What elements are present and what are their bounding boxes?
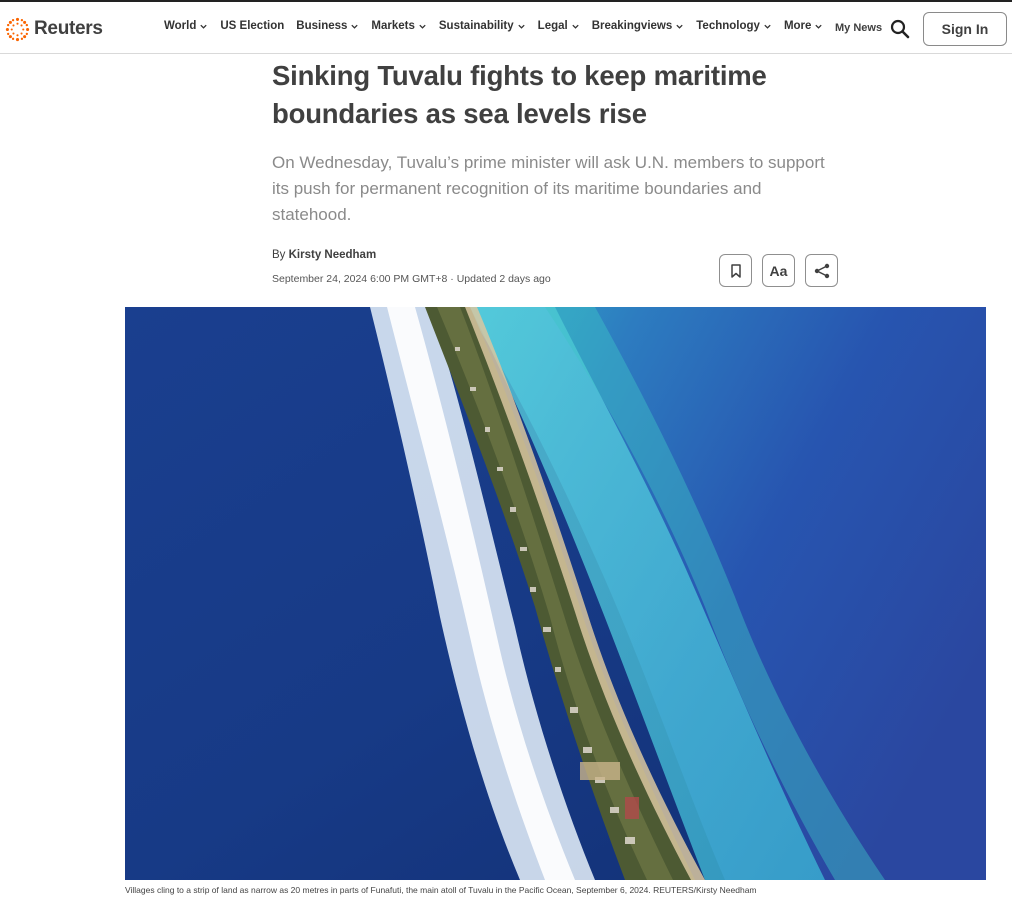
nav-label: Business xyxy=(296,20,348,32)
sign-in-button[interactable]: Sign In xyxy=(923,12,1007,46)
article-summary: On Wednesday, Tuvalu’s prime minister wi… xyxy=(272,153,825,224)
nav-item-breakingviews[interactable]: Breakingviews xyxy=(592,20,685,32)
nav-label: Markets xyxy=(371,20,415,32)
chevron-down-icon xyxy=(351,24,359,29)
text-size-button[interactable]: Aa xyxy=(762,254,795,287)
article-dateline: September 24, 2024 6:00 PM GMT+8 · Updat… xyxy=(272,273,551,285)
nav-label: US Election xyxy=(220,20,285,32)
nav-item-world[interactable]: World xyxy=(164,20,208,32)
nav-label: World xyxy=(164,20,197,32)
bookmark-icon xyxy=(730,263,741,278)
top-navigation-bar: Reuters World US Election Business Marke… xyxy=(0,0,1012,54)
brand-name: Reuters xyxy=(34,18,103,39)
author-link[interactable]: Kirsty Needham xyxy=(289,249,377,261)
main-nav: World US Election Business Markets Susta… xyxy=(164,20,835,32)
nav-item-markets[interactable]: Markets xyxy=(371,20,426,32)
nav-label: Sustainability xyxy=(438,20,514,32)
nav-item-technology[interactable]: Technology xyxy=(696,20,772,32)
my-news-link[interactable]: My News xyxy=(835,22,882,34)
nav-item-more[interactable]: More xyxy=(784,20,823,32)
reuters-logo[interactable]: Reuters xyxy=(5,15,103,43)
nav-item-business[interactable]: Business xyxy=(296,20,359,32)
nav-label: More xyxy=(783,20,812,32)
reuters-logo-icon xyxy=(5,17,30,41)
chevron-down-icon xyxy=(572,24,579,29)
chevron-down-icon xyxy=(764,24,771,29)
nav-label: Breakingviews xyxy=(591,20,673,32)
article-photo[interactable] xyxy=(125,307,986,880)
text-size-label: Aa xyxy=(769,262,788,279)
photo-caption: Villages cling to a strip of land as nar… xyxy=(125,885,757,895)
chevron-down-icon xyxy=(200,24,208,29)
share-button[interactable] xyxy=(805,254,838,287)
nav-item-sustainability[interactable]: Sustainability xyxy=(439,20,526,32)
atoll-aerial-image xyxy=(125,307,986,880)
search-icon[interactable] xyxy=(890,19,910,39)
bookmark-button[interactable] xyxy=(719,254,752,287)
chevron-down-icon xyxy=(676,24,683,29)
byline-prefix: By xyxy=(272,249,286,261)
chevron-down-icon xyxy=(419,24,426,29)
chevron-down-icon xyxy=(518,24,525,29)
chevron-down-icon xyxy=(815,24,823,29)
nav-label: Technology xyxy=(696,20,760,32)
byline: By Kirsty Needham xyxy=(272,249,376,261)
article-headline: Sinking Tuvalu fights to keep maritime b… xyxy=(272,60,767,129)
nav-item-legal[interactable]: Legal xyxy=(538,20,580,32)
nav-label: Legal xyxy=(537,20,568,32)
share-icon xyxy=(814,263,829,278)
nav-item-us-election[interactable]: US Election xyxy=(220,20,284,32)
